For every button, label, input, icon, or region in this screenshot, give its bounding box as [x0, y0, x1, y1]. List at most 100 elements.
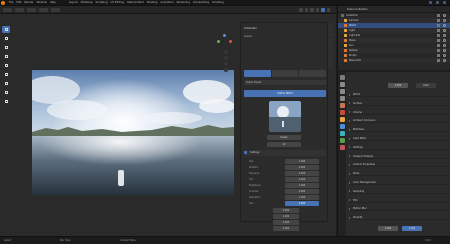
view-layer-props-icon[interactable] — [339, 96, 345, 101]
properties-section-header[interactable]: Custom Properties — [349, 162, 449, 168]
properties-section-header[interactable]: Surface — [349, 101, 449, 106]
move-tool[interactable] — [2, 44, 10, 51]
z-axis-icon[interactable] — [223, 34, 226, 37]
add-cube-tool[interactable] — [2, 98, 10, 105]
select-menu[interactable] — [27, 8, 36, 12]
scale-tool[interactable] — [2, 62, 10, 69]
properties-section-header[interactable]: Settings — [349, 145, 449, 150]
menu-item[interactable]: Sculpting — [95, 1, 107, 4]
setting-value-field[interactable]: 0.000 — [285, 171, 319, 176]
add-menu[interactable] — [39, 8, 48, 12]
properties-section-header[interactable]: Light Paths — [349, 136, 449, 141]
properties-section-header[interactable]: Ambient Occlusion — [349, 118, 449, 124]
setting-value-field[interactable]: 1.000 — [285, 159, 319, 164]
sidebar-tab-item[interactable] — [328, 23, 334, 37]
object-mode-dropdown[interactable] — [3, 8, 12, 12]
select-box-tool[interactable] — [2, 26, 10, 33]
visibility-eye-icon[interactable] — [443, 39, 446, 42]
properties-section-header[interactable]: Viewport Display — [349, 154, 449, 159]
sidebar-tab-view[interactable] — [328, 53, 334, 67]
view-layer-icon[interactable] — [436, 1, 439, 4]
menu-item[interactable]: Rendering — [177, 1, 190, 4]
object-props-icon[interactable] — [339, 117, 345, 122]
render-toggle-icon[interactable] — [437, 24, 440, 27]
setting-value-field[interactable]: 0.000 — [285, 165, 319, 170]
menu-item[interactable]: Edit — [16, 1, 21, 4]
zoom-icon[interactable] — [224, 50, 228, 54]
add-to-world-button[interactable]: Add to World — [244, 90, 326, 97]
blender-logo-icon[interactable] — [1, 1, 5, 5]
lower-value-field[interactable]: 0.000 — [273, 220, 299, 225]
visibility-eye-icon[interactable] — [443, 34, 446, 37]
menu-item[interactable]: Shading — [147, 1, 158, 4]
object-menu[interactable] — [51, 8, 60, 12]
menu-item[interactable]: Layout — [69, 1, 78, 4]
x-axis-icon[interactable] — [229, 40, 232, 43]
menu-item[interactable]: Compositing — [193, 1, 209, 4]
render-toggle-icon[interactable] — [437, 19, 440, 22]
scene-selector-icon[interactable] — [429, 1, 432, 4]
hdri-thumbnail[interactable] — [269, 101, 301, 132]
camera-view-icon[interactable] — [224, 62, 228, 66]
visibility-eye-icon[interactable] — [443, 24, 446, 27]
measure-tool[interactable] — [2, 89, 10, 96]
menu-item[interactable]: Texture Paint — [127, 1, 144, 4]
menu-item[interactable]: Scripting — [212, 1, 224, 4]
mist-depth-field[interactable]: 0.000 — [402, 226, 422, 231]
rotate-tool[interactable] — [2, 53, 10, 60]
tab-models[interactable] — [299, 70, 327, 77]
view-menu[interactable] — [15, 8, 24, 12]
properties-section-header[interactable]: Sampling — [349, 189, 449, 194]
setting-value-field[interactable]: 1.000 — [285, 183, 319, 188]
menu-item[interactable]: Help — [50, 1, 56, 4]
properties-section-header[interactable]: Motion Blur — [349, 206, 449, 212]
properties-section-header[interactable]: World — [349, 92, 449, 97]
output-props-icon[interactable] — [339, 89, 345, 94]
render-toggle-icon[interactable] — [437, 54, 440, 57]
pan-icon[interactable] — [224, 56, 228, 60]
overlay-icon[interactable] — [299, 8, 303, 12]
render-toggle-icon[interactable] — [437, 34, 440, 37]
tab-hdri[interactable] — [244, 70, 271, 77]
solid-shading-icon[interactable] — [315, 8, 319, 12]
resolution-dropdown[interactable]: 1K — [267, 142, 301, 147]
close-icon[interactable] — [443, 1, 446, 4]
scene-props-icon[interactable] — [339, 103, 345, 108]
outliner-row[interactable]: Plane.001 — [338, 58, 450, 63]
particles-props-icon[interactable] — [339, 131, 345, 136]
sidebar-tab-tool[interactable] — [328, 38, 334, 52]
xray-icon[interactable] — [304, 8, 308, 12]
properties-section-header[interactable]: Mist Pass — [349, 127, 449, 133]
lower-value-field[interactable]: 0.000 — [273, 208, 299, 213]
rendered-shading-icon[interactable] — [326, 8, 330, 12]
menu-item[interactable]: Render — [24, 1, 33, 4]
menu-item[interactable]: UV Editing — [111, 1, 125, 4]
setting-value-field[interactable]: 0.000 — [285, 201, 319, 206]
modifier-props-icon[interactable] — [339, 124, 345, 129]
cursor-tool[interactable] — [2, 35, 10, 42]
render-toggle-icon[interactable] — [437, 39, 440, 42]
mist-start-field[interactable]: 1.000 — [378, 226, 398, 231]
visibility-eye-icon[interactable] — [443, 54, 446, 57]
transform-tool[interactable] — [2, 71, 10, 78]
setting-value-field[interactable]: 1.000 — [285, 195, 319, 200]
preset-selector[interactable]: Select Preset — [244, 80, 326, 85]
material-props-icon[interactable] — [339, 145, 345, 150]
tool-props-icon[interactable] — [339, 75, 345, 80]
render-toggle-icon[interactable] — [437, 59, 440, 62]
annotate-tool[interactable] — [2, 80, 10, 87]
properties-section-header[interactable]: Volume — [349, 110, 449, 115]
visibility-eye-icon[interactable] — [443, 44, 446, 47]
lower-value-field[interactable]: 1.000 — [273, 214, 299, 219]
properties-section-header[interactable]: Color Management — [349, 180, 449, 185]
visibility-eye-icon[interactable] — [443, 19, 446, 22]
menu-item[interactable]: Window — [37, 1, 47, 4]
render-toggle-icon[interactable] — [437, 44, 440, 47]
visibility-eye-icon[interactable] — [443, 29, 446, 32]
properties-section-header[interactable]: Node — [349, 171, 449, 177]
lower-value-field[interactable]: 0.000 — [273, 226, 299, 231]
menu-item[interactable]: File — [9, 1, 13, 4]
render-toggle-icon[interactable] — [437, 14, 440, 17]
render-toggle-icon[interactable] — [437, 29, 440, 32]
perspective-toggle-icon[interactable] — [224, 68, 228, 72]
